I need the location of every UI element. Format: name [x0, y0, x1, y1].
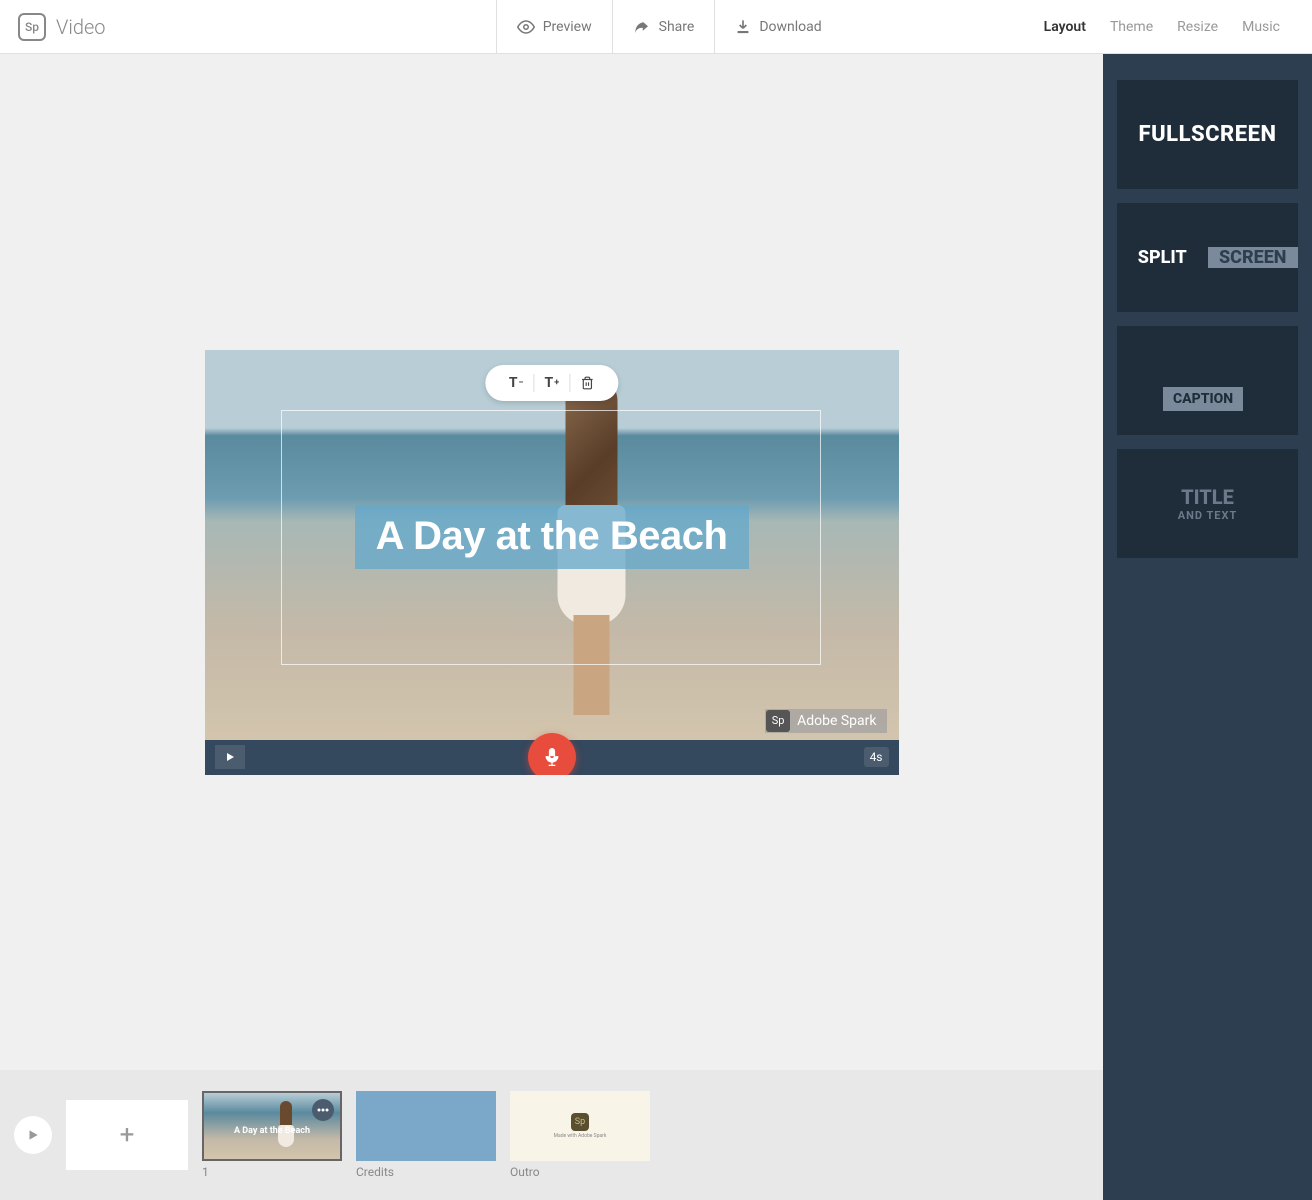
- eye-icon: [517, 18, 535, 36]
- timeline-slide-outro[interactable]: Sp Made with Adobe Spark Outro: [510, 1091, 650, 1179]
- add-slide-button[interactable]: +: [66, 1100, 188, 1170]
- split-left-label: SPLIT: [1117, 247, 1208, 268]
- timeline-play-button[interactable]: [14, 1116, 52, 1154]
- layout-option-caption[interactable]: CAPTION: [1117, 326, 1298, 435]
- app-title: Video: [56, 15, 106, 39]
- header: Sp Video Preview Share Download Layout T…: [0, 0, 1312, 54]
- more-icon: [317, 1108, 329, 1112]
- layout-option-split[interactable]: SPLIT SCREEN: [1117, 203, 1298, 312]
- preview-label: Preview: [543, 19, 592, 35]
- fullscreen-label: FULLSCREEN: [1139, 122, 1277, 147]
- text-larger-button[interactable]: T+: [535, 375, 570, 391]
- download-button[interactable]: Download: [714, 0, 841, 54]
- share-label: Share: [659, 19, 695, 35]
- outro-text: Made with Adobe Spark: [554, 1133, 607, 1139]
- delete-text-button[interactable]: [570, 376, 604, 390]
- microphone-icon: [542, 747, 562, 767]
- watermark-logo: Sp: [766, 710, 790, 732]
- outro-logo: Sp: [571, 1113, 589, 1131]
- app-logo[interactable]: Sp: [18, 13, 46, 41]
- share-arrow-icon: [633, 18, 651, 36]
- preview-button[interactable]: Preview: [496, 0, 612, 54]
- timeline: + A Day at the Beach 1 Credits Sp: [0, 1070, 1103, 1200]
- video-canvas[interactable]: A Day at the Beach T− T+ Sp Adobe Spark: [205, 350, 899, 775]
- slide-number: 1: [202, 1165, 342, 1179]
- slide-options-button[interactable]: [312, 1099, 334, 1121]
- logo-area: Sp Video: [0, 13, 496, 41]
- title-band[interactable]: A Day at the Beach: [355, 505, 749, 569]
- trash-icon: [580, 376, 594, 390]
- play-button[interactable]: [215, 745, 245, 769]
- text-smaller-button[interactable]: T−: [499, 375, 534, 391]
- tab-layout[interactable]: Layout: [1032, 19, 1098, 35]
- thumb-title: A Day at the Beach: [234, 1126, 310, 1136]
- canvas-wrapper: A Day at the Beach T− T+ Sp Adobe Spark: [0, 54, 1103, 1070]
- tab-theme[interactable]: Theme: [1098, 19, 1165, 35]
- caption-label: CAPTION: [1163, 387, 1243, 411]
- timeline-slide-credits[interactable]: Credits: [356, 1091, 496, 1179]
- layout-option-title-text[interactable]: TITLE AND TEXT: [1117, 449, 1298, 558]
- main: A Day at the Beach T− T+ Sp Adobe Spark: [0, 54, 1312, 1200]
- slide-label: Outro: [510, 1165, 650, 1179]
- watermark[interactable]: Sp Adobe Spark: [765, 709, 886, 733]
- slide-title-text: A Day at the Beach: [376, 514, 728, 559]
- layout-option-fullscreen[interactable]: FULLSCREEN: [1117, 80, 1298, 189]
- slide-duration[interactable]: 4s: [864, 747, 889, 767]
- play-icon: [26, 1128, 40, 1142]
- record-mic-button[interactable]: [528, 733, 576, 775]
- download-icon: [735, 19, 751, 35]
- play-icon: [224, 751, 236, 763]
- nav-tabs: Layout Theme Resize Music: [1032, 19, 1312, 35]
- layout-panel: FULLSCREEN SPLIT SCREEN CAPTION TITLE AN…: [1103, 54, 1312, 1200]
- tab-music[interactable]: Music: [1230, 19, 1292, 35]
- slide-label: Credits: [356, 1165, 496, 1179]
- title-main-label: TITLE: [1181, 485, 1234, 509]
- split-right-label: SCREEN: [1208, 247, 1299, 268]
- editor-area: A Day at the Beach T− T+ Sp Adobe Spark: [0, 54, 1103, 1200]
- text-toolbar: T− T+: [485, 365, 618, 401]
- title-sub-label: AND TEXT: [1178, 509, 1238, 522]
- watermark-text: Adobe Spark: [791, 713, 886, 729]
- download-label: Download: [759, 19, 821, 35]
- tab-resize[interactable]: Resize: [1165, 19, 1230, 35]
- timeline-slide-1[interactable]: A Day at the Beach 1: [202, 1091, 342, 1179]
- share-button[interactable]: Share: [612, 0, 715, 54]
